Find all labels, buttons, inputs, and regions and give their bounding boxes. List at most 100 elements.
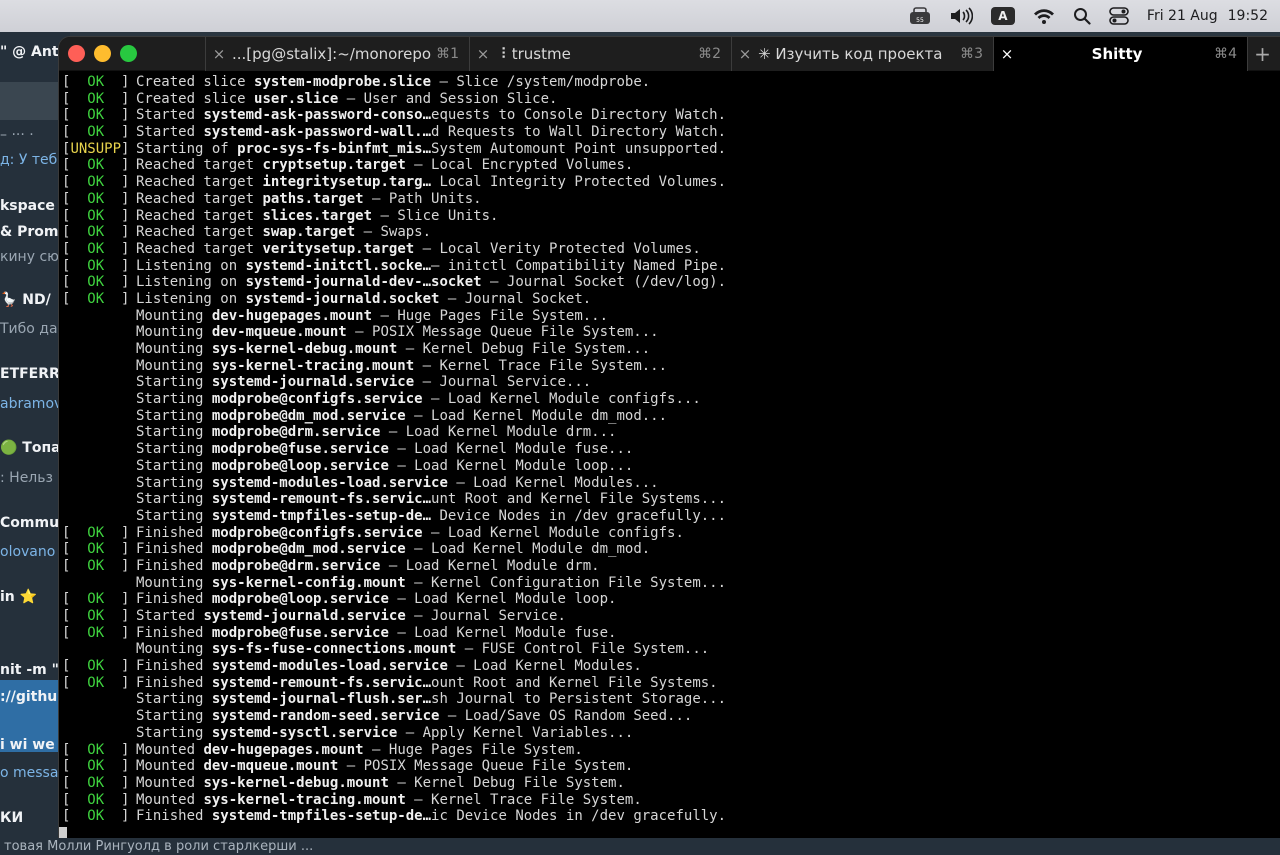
log-verb: Started: [136, 608, 196, 624]
wifi-icon[interactable]: [1024, 0, 1064, 32]
log-description: – Load Kernel Modules...: [447, 474, 659, 491]
search-icon[interactable]: [1064, 0, 1100, 32]
status-ok: [ OK ]: [62, 240, 130, 257]
log-unit: modprobe@dm_mod.service: [211, 407, 406, 424]
log-line: [UNSUPP] Starting of proc-sys-fs-binfmt_m…: [62, 141, 1280, 158]
log-unit: sys-fs-fuse-connections.mount: [211, 641, 457, 658]
status-ok: [ OK ]: [62, 90, 130, 107]
log-unit: modprobe@loop.service: [211, 457, 389, 474]
close-icon[interactable]: ×: [470, 45, 496, 63]
new-tab-button[interactable]: +: [1247, 37, 1277, 71]
menubar-date[interactable]: Fri 21 Aug: [1138, 0, 1224, 32]
log-unit: sys-kernel-debug.mount: [203, 774, 389, 791]
close-icon[interactable]: ×: [732, 45, 758, 63]
log-unit: systemd-journal-flush.ser…: [211, 691, 432, 708]
log-description: – Slice /system/modprobe.: [431, 74, 651, 90]
tab-shortcut: ⌘3: [960, 45, 983, 62]
log-line: Mounting sys-kernel-config.mount – Kerne…: [62, 575, 1280, 592]
status-ok: [ OK ]: [62, 658, 130, 675]
status-ok-text: OK: [87, 240, 105, 257]
status-ok: [ OK ]: [62, 791, 130, 808]
log-line: [ OK ] Finished systemd-remount-fs.servic…: [62, 675, 1280, 692]
log-line: [ OK ] Reached target swap.target – Swaps…: [62, 224, 1280, 241]
log-unit: systemd-tmpfiles-setup-de…: [211, 507, 432, 524]
input-source-icon[interactable]: A: [982, 0, 1024, 32]
tab-shortcut: ⌘2: [698, 45, 721, 62]
log-unit: systemd-journald.service: [211, 374, 415, 391]
log-line: [ OK ] Created slice user.slice – User an…: [62, 91, 1280, 108]
volume-icon[interactable]: [940, 0, 982, 32]
log-unit: systemd-remount-fs.servic…: [211, 674, 432, 691]
tab-bar: × ...[pg@stalix]:~/monorepo ⌘1 × ⠸ trust…: [59, 37, 1280, 71]
status-ok: [ OK ]: [62, 674, 130, 691]
status-ok: [ OK ]: [62, 124, 130, 141]
log-description: – Load Kernel Module loop...: [388, 457, 634, 474]
tab-explore-project[interactable]: × ✳ Изучить код проекта ⌘3: [731, 37, 993, 71]
log-unit: paths.target: [262, 190, 364, 207]
input-source-badge: A: [990, 7, 1015, 25]
log-verb: Mounted: [136, 791, 196, 808]
log-unit: dev-mqueue.mount: [203, 758, 339, 775]
tab-shitty[interactable]: × Shitty ⌘4: [993, 37, 1247, 71]
log-line: [ OK ] Finished modprobe@drm.service – Lo…: [62, 558, 1280, 575]
status-ok: [ OK ]: [62, 541, 130, 558]
log-line: Starting systemd-journald.service – Jour…: [62, 374, 1280, 391]
log-line: Mounting dev-hugepages.mount – Huge Page…: [62, 308, 1280, 325]
log-verb: Mounting: [136, 324, 204, 341]
log-line: Starting modprobe@loop.service – Load Ke…: [62, 458, 1280, 475]
log-line: Starting systemd-random-seed.service – L…: [62, 708, 1280, 725]
terminal-window[interactable]: × ...[pg@stalix]:~/monorepo ⌘1 × ⠸ trust…: [58, 36, 1280, 838]
control-center-icon[interactable]: [1100, 0, 1138, 32]
background-chat-text: & Prom: [0, 224, 59, 240]
keyboard-layout-icon[interactable]: 55: [900, 0, 940, 32]
terminal-output[interactable]: [ OK ] Created slice system-modprobe.slic…: [59, 71, 1280, 838]
background-chat-text: olovano: [0, 544, 56, 560]
status-ok-text: OK: [87, 541, 105, 558]
minimize-window-button[interactable]: [94, 45, 111, 62]
log-description: – Kernel Configuration File System...: [405, 574, 727, 591]
status-ok-text: OK: [87, 290, 105, 307]
log-verb: Listening on: [136, 274, 238, 291]
log-verb: Mounted: [136, 774, 196, 791]
log-description: – Kernel Trace File System.: [405, 791, 642, 808]
background-chat-text: in ⭐: [0, 589, 38, 605]
log-verb: Mounted: [136, 758, 196, 775]
log-verb: Reached target: [136, 224, 255, 241]
log-description: – Journal Service.: [405, 608, 566, 624]
status-ok: [ OK ]: [62, 608, 130, 624]
status-ok-text: OK: [87, 74, 105, 90]
tab-monorepo[interactable]: × ...[pg@stalix]:~/monorepo ⌘1: [205, 37, 469, 71]
log-line: [ OK ] Mounted dev-mqueue.mount – POSIX M…: [62, 758, 1280, 775]
log-description: ount Root and Kernel File Systems.: [431, 674, 718, 691]
log-verb: Starting: [136, 474, 204, 491]
status-ok: [ OK ]: [62, 290, 130, 307]
status-ok-text: OK: [87, 157, 105, 174]
status-ok: [ OK ]: [62, 557, 130, 574]
log-unit: dev-hugepages.mount: [211, 307, 373, 324]
log-unit: modprobe@dm_mod.service: [211, 541, 406, 558]
close-icon[interactable]: ×: [206, 45, 232, 63]
log-description: equests to Console Directory Watch.: [431, 107, 727, 124]
status-ok: [ OK ]: [62, 591, 130, 608]
log-verb: Finished: [136, 808, 204, 825]
background-chat-text: – ··· ·: [0, 127, 34, 143]
log-verb: Finished: [136, 557, 204, 574]
log-description: – Path Units.: [363, 190, 482, 207]
menubar-time[interactable]: 19:52: [1224, 0, 1268, 32]
status-ok-text: OK: [87, 608, 105, 624]
log-unit: systemd-sysctl.service: [211, 724, 398, 741]
log-unit: dev-hugepages.mount: [203, 741, 364, 758]
log-verb: Starting: [136, 724, 204, 741]
status-ok: [ OK ]: [62, 190, 130, 207]
log-unit: user.slice: [254, 90, 339, 107]
close-window-button[interactable]: [68, 45, 85, 62]
log-line: Starting modprobe@dm_mod.service – Load …: [62, 408, 1280, 425]
zoom-window-button[interactable]: [120, 45, 137, 62]
status-ok: [ OK ]: [62, 624, 130, 641]
tab-trustme[interactable]: × ⠸ trustme ⌘2: [469, 37, 731, 71]
log-description: – Slice Units.: [372, 207, 499, 224]
log-verb: Finished: [136, 674, 204, 691]
close-icon[interactable]: ×: [994, 45, 1020, 63]
log-line: [ OK ] Finished modprobe@configfs.service…: [62, 525, 1280, 542]
status-ok: [ OK ]: [62, 808, 130, 825]
